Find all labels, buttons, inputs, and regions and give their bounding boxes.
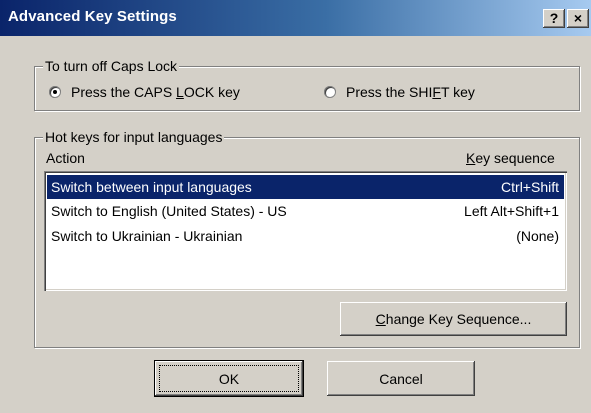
change-key-sequence-button[interactable]: Change Key Sequence... <box>340 302 567 336</box>
list-item-sequence: (None) <box>516 228 559 244</box>
help-button[interactable]: ? <box>543 9 565 28</box>
close-icon: × <box>573 10 583 26</box>
ok-button[interactable]: OK <box>155 361 303 396</box>
focus-indicator <box>159 365 299 392</box>
list-item-action: Switch to Ukrainian - Ukrainian <box>51 228 243 244</box>
hotkeys-list[interactable]: Switch between input languages Ctrl+Shif… <box>44 171 567 291</box>
caps-lock-group-label: To turn off Caps Lock <box>43 58 180 74</box>
radio-selected-dot <box>53 90 57 94</box>
column-header-key-sequence: Key sequence <box>466 150 555 166</box>
advanced-key-settings-dialog: Advanced Key Settings ? × To turn off Ca… <box>0 0 591 413</box>
column-header-action: Action <box>46 150 85 166</box>
title-bar[interactable]: Advanced Key Settings ? × <box>0 0 591 36</box>
cancel-button[interactable]: Cancel <box>327 361 475 396</box>
list-item[interactable]: Switch to English (United States) - US L… <box>47 199 564 223</box>
radio-shift-label: Press the SHIFT key <box>346 84 475 100</box>
hotkeys-group-label: Hot keys for input languages <box>43 129 225 145</box>
list-item-sequence: Left Alt+Shift+1 <box>464 203 559 219</box>
list-item[interactable]: Switch between input languages Ctrl+Shif… <box>47 175 564 199</box>
radio-caps-lock[interactable]: Press the CAPS LOCK key <box>49 84 240 100</box>
change-key-sequence-label: Change Key Sequence... <box>375 311 532 327</box>
list-item-action: Switch to English (United States) - US <box>51 203 287 219</box>
list-item-action: Switch between input languages <box>51 179 252 195</box>
radio-shift[interactable]: Press the SHIFT key <box>324 84 475 100</box>
radio-button-shift[interactable] <box>324 86 336 98</box>
list-item-sequence: Ctrl+Shift <box>501 179 559 195</box>
help-icon: ? <box>549 10 559 26</box>
radio-button-caps-lock[interactable] <box>49 86 61 98</box>
window-title: Advanced Key Settings <box>8 8 177 25</box>
radio-caps-lock-label: Press the CAPS LOCK key <box>71 84 240 100</box>
list-item[interactable]: Switch to Ukrainian - Ukrainian (None) <box>47 224 564 248</box>
close-button[interactable]: × <box>567 9 589 28</box>
cancel-button-label: Cancel <box>379 370 423 387</box>
